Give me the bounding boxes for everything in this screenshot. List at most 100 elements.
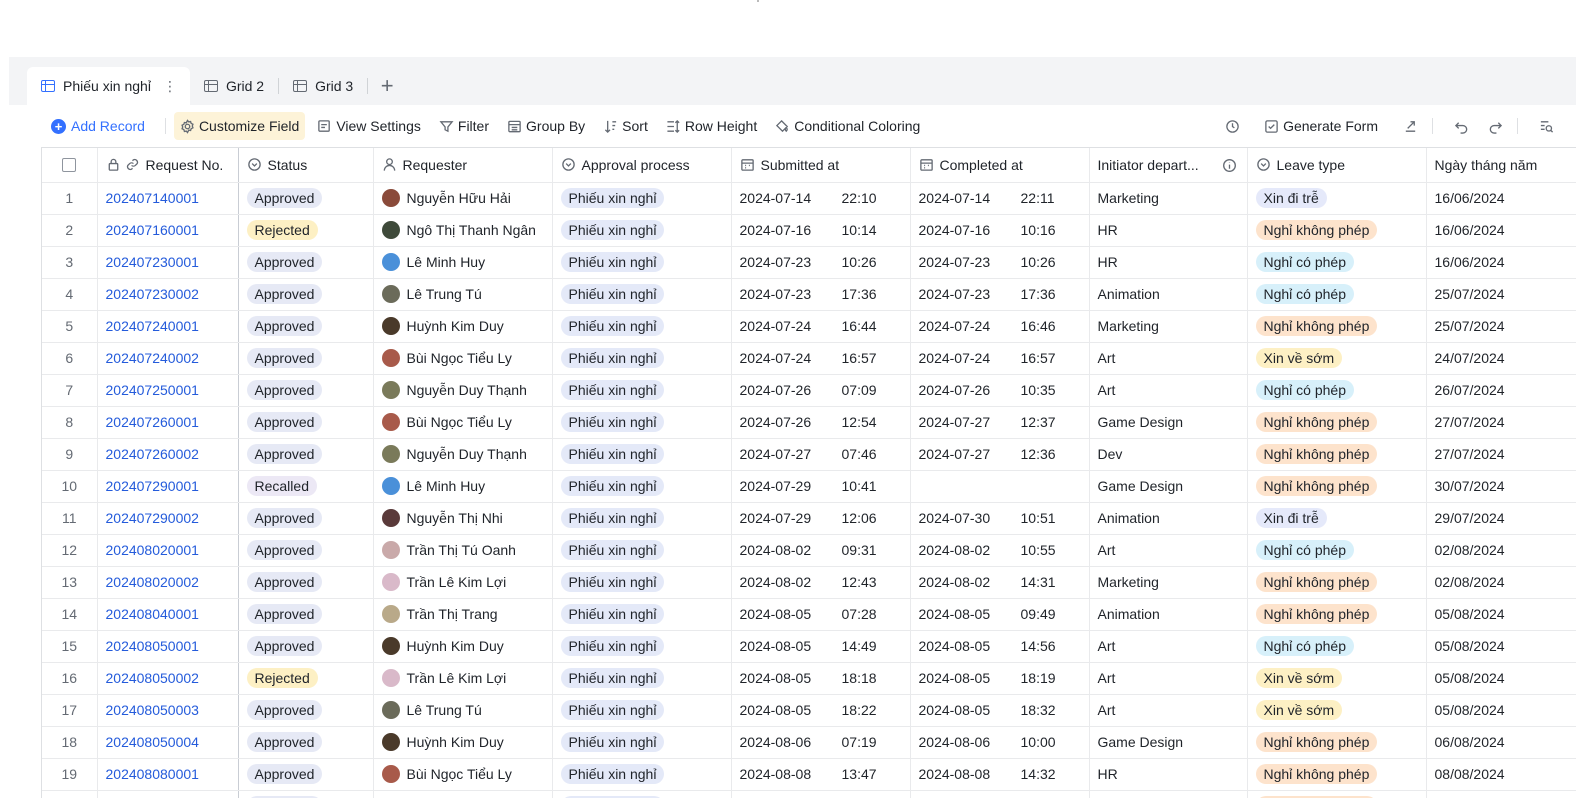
approval-process-cell[interactable]: Phiếu xin nghỉ xyxy=(552,182,732,215)
table-row[interactable]: 12 202408020001 Approved Trần Thị Tú Oan… xyxy=(42,534,1576,567)
date-cell[interactable]: 27/07/2024 xyxy=(1426,406,1576,439)
department-cell[interactable]: Art xyxy=(1089,694,1248,727)
department-cell[interactable]: Game Design xyxy=(1089,470,1248,503)
share-button[interactable] xyxy=(1396,112,1424,140)
status-cell[interactable]: Approved xyxy=(238,246,374,279)
column-header-request-no[interactable]: Request No. xyxy=(97,148,239,183)
status-cell[interactable]: Approved xyxy=(238,598,374,631)
request-no-link[interactable]: 202408050001 xyxy=(106,638,199,654)
completed-at-cell[interactable] xyxy=(910,790,1090,798)
approval-process-cell[interactable]: Phiếu xin nghỉ xyxy=(552,502,732,535)
approval-process-cell[interactable]: Phiếu xin nghỉ xyxy=(552,630,732,663)
status-cell[interactable]: Approved xyxy=(238,278,374,311)
request-no-link[interactable]: 202407230002 xyxy=(106,286,199,302)
status-cell[interactable]: Approved xyxy=(238,566,374,599)
department-cell[interactable]: Art xyxy=(1089,374,1248,407)
completed-at-cell[interactable]: 2024-07-24 16:46 xyxy=(910,310,1090,343)
department-cell[interactable]: Marketing xyxy=(1089,566,1248,599)
completed-at-cell[interactable]: 2024-08-02 14:31 xyxy=(910,566,1090,599)
redo-button[interactable] xyxy=(1481,112,1509,140)
request-no-link[interactable]: 202408040001 xyxy=(106,606,199,622)
table-row[interactable]: Approved Phiếu xin nghỉ Nghỉ không phép xyxy=(42,790,1576,798)
table-row[interactable]: 14 202408040001 Approved Trần Thị Trang … xyxy=(42,598,1576,631)
submitted-at-cell[interactable] xyxy=(731,790,911,798)
department-cell[interactable]: Art xyxy=(1089,534,1248,567)
tab-grid-2[interactable]: Grid 2 xyxy=(190,67,278,105)
leave-type-cell[interactable]: Nghỉ không phép xyxy=(1247,470,1427,503)
request-no-link[interactable]: 202408050004 xyxy=(106,734,199,750)
department-cell[interactable]: Art xyxy=(1089,342,1248,375)
table-row[interactable]: 9 202407260002 Approved Nguyễn Duy Thạnh… xyxy=(42,438,1576,471)
request-no-link[interactable]: 202407260002 xyxy=(106,446,199,462)
request-no-cell[interactable]: 202408040001 xyxy=(97,598,239,631)
request-no-link[interactable]: 202407290002 xyxy=(106,510,199,526)
submitted-at-cell[interactable]: 2024-08-05 07:28 xyxy=(731,598,911,631)
date-cell[interactable] xyxy=(1426,790,1576,798)
column-header-ngay-thang-nam[interactable]: Ngày tháng năm xyxy=(1426,148,1576,183)
completed-at-cell[interactable]: 2024-08-05 09:49 xyxy=(910,598,1090,631)
date-cell[interactable]: 24/07/2024 xyxy=(1426,342,1576,375)
submitted-at-cell[interactable]: 2024-07-26 12:54 xyxy=(731,406,911,439)
column-header-submitted-at[interactable]: Submitted at xyxy=(731,148,911,183)
date-cell[interactable]: 05/08/2024 xyxy=(1426,598,1576,631)
date-cell[interactable]: 08/08/2024 xyxy=(1426,758,1576,791)
requester-cell[interactable]: Lê Minh Huy xyxy=(373,246,553,279)
approval-process-cell[interactable]: Phiếu xin nghỉ xyxy=(552,470,732,503)
tab-phieu-xin-nghi[interactable]: Phiếu xin nghỉ ⋮ xyxy=(27,67,190,105)
completed-at-cell[interactable]: 2024-07-27 12:37 xyxy=(910,406,1090,439)
requester-cell[interactable]: Bùi Ngọc Tiểu Ly xyxy=(373,342,553,375)
status-cell[interactable]: Approved xyxy=(238,630,374,663)
request-no-cell[interactable]: 202407140001 xyxy=(97,182,239,215)
status-cell[interactable]: Approved xyxy=(238,374,374,407)
table-row[interactable]: 11 202407290002 Approved Nguyễn Thị Nhi … xyxy=(42,502,1576,535)
completed-at-cell[interactable]: 2024-07-23 10:26 xyxy=(910,246,1090,279)
request-no-link[interactable]: 202408050002 xyxy=(106,670,199,686)
requester-cell[interactable]: Huỳnh Kim Duy xyxy=(373,726,553,759)
request-no-link[interactable]: 202408080001 xyxy=(106,766,199,782)
status-cell[interactable]: Recalled xyxy=(238,470,374,503)
table-row[interactable]: 16 202408050002 Rejected Trần Lê Kim Lợi… xyxy=(42,662,1576,695)
customize-field-button[interactable]: Customize Field xyxy=(173,112,306,140)
approval-process-cell[interactable]: Phiếu xin nghỉ xyxy=(552,374,732,407)
leave-type-cell[interactable]: Nghỉ không phép xyxy=(1247,310,1427,343)
date-cell[interactable]: 16/06/2024 xyxy=(1426,246,1576,279)
completed-at-cell[interactable]: 2024-08-05 18:19 xyxy=(910,662,1090,695)
leave-type-cell[interactable]: Xin về sớm xyxy=(1247,662,1427,695)
leave-type-cell[interactable]: Nghỉ không phép xyxy=(1247,566,1427,599)
completed-at-cell[interactable]: 2024-08-05 14:56 xyxy=(910,630,1090,663)
requester-cell[interactable]: Bùi Ngọc Tiểu Ly xyxy=(373,758,553,791)
add-view-button[interactable]: + xyxy=(368,67,406,105)
status-cell[interactable]: Approved xyxy=(238,182,374,215)
leave-type-cell[interactable]: Nghỉ không phép xyxy=(1247,726,1427,759)
leave-type-cell[interactable]: Nghỉ có phép xyxy=(1247,374,1427,407)
submitted-at-cell[interactable]: 2024-07-24 16:57 xyxy=(731,342,911,375)
date-cell[interactable]: 25/07/2024 xyxy=(1426,278,1576,311)
department-cell[interactable]: HR xyxy=(1089,214,1248,247)
status-cell[interactable]: Approved xyxy=(238,726,374,759)
request-no-cell[interactable]: 202408020002 xyxy=(97,566,239,599)
request-no-link[interactable]: 202407240001 xyxy=(106,318,199,334)
date-cell[interactable]: 06/08/2024 xyxy=(1426,726,1576,759)
submitted-at-cell[interactable]: 2024-07-29 10:41 xyxy=(731,470,911,503)
select-all-checkbox[interactable] xyxy=(62,157,77,172)
submitted-at-cell[interactable]: 2024-07-24 16:44 xyxy=(731,310,911,343)
status-cell[interactable]: Approved xyxy=(238,310,374,343)
request-no-link[interactable]: 202408050003 xyxy=(106,702,199,718)
leave-type-cell[interactable]: Nghỉ không phép xyxy=(1247,758,1427,791)
request-no-cell[interactable]: 202408050002 xyxy=(97,662,239,695)
more-icon[interactable]: ⋮ xyxy=(163,78,177,95)
sort-button[interactable]: Sort xyxy=(597,112,654,140)
request-no-cell[interactable]: 202408020001 xyxy=(97,534,239,567)
status-cell[interactable]: Approved xyxy=(238,438,374,471)
submitted-at-cell[interactable]: 2024-08-02 12:43 xyxy=(731,566,911,599)
request-no-cell[interactable]: 202408050001 xyxy=(97,630,239,663)
table-row[interactable]: 15 202408050001 Approved Huỳnh Kim Duy P… xyxy=(42,630,1576,663)
request-no-cell[interactable]: 202407260001 xyxy=(97,406,239,439)
request-no-link[interactable]: 202407250001 xyxy=(106,382,199,398)
completed-at-cell[interactable]: 2024-07-14 22:11 xyxy=(910,182,1090,215)
date-cell[interactable]: 02/08/2024 xyxy=(1426,566,1576,599)
column-header-approval-process[interactable]: Approval process xyxy=(552,148,732,183)
add-record-button[interactable]: + Add Record xyxy=(45,112,151,140)
department-cell[interactable]: Art xyxy=(1089,662,1248,695)
approval-process-cell[interactable]: Phiếu xin nghỉ xyxy=(552,758,732,791)
